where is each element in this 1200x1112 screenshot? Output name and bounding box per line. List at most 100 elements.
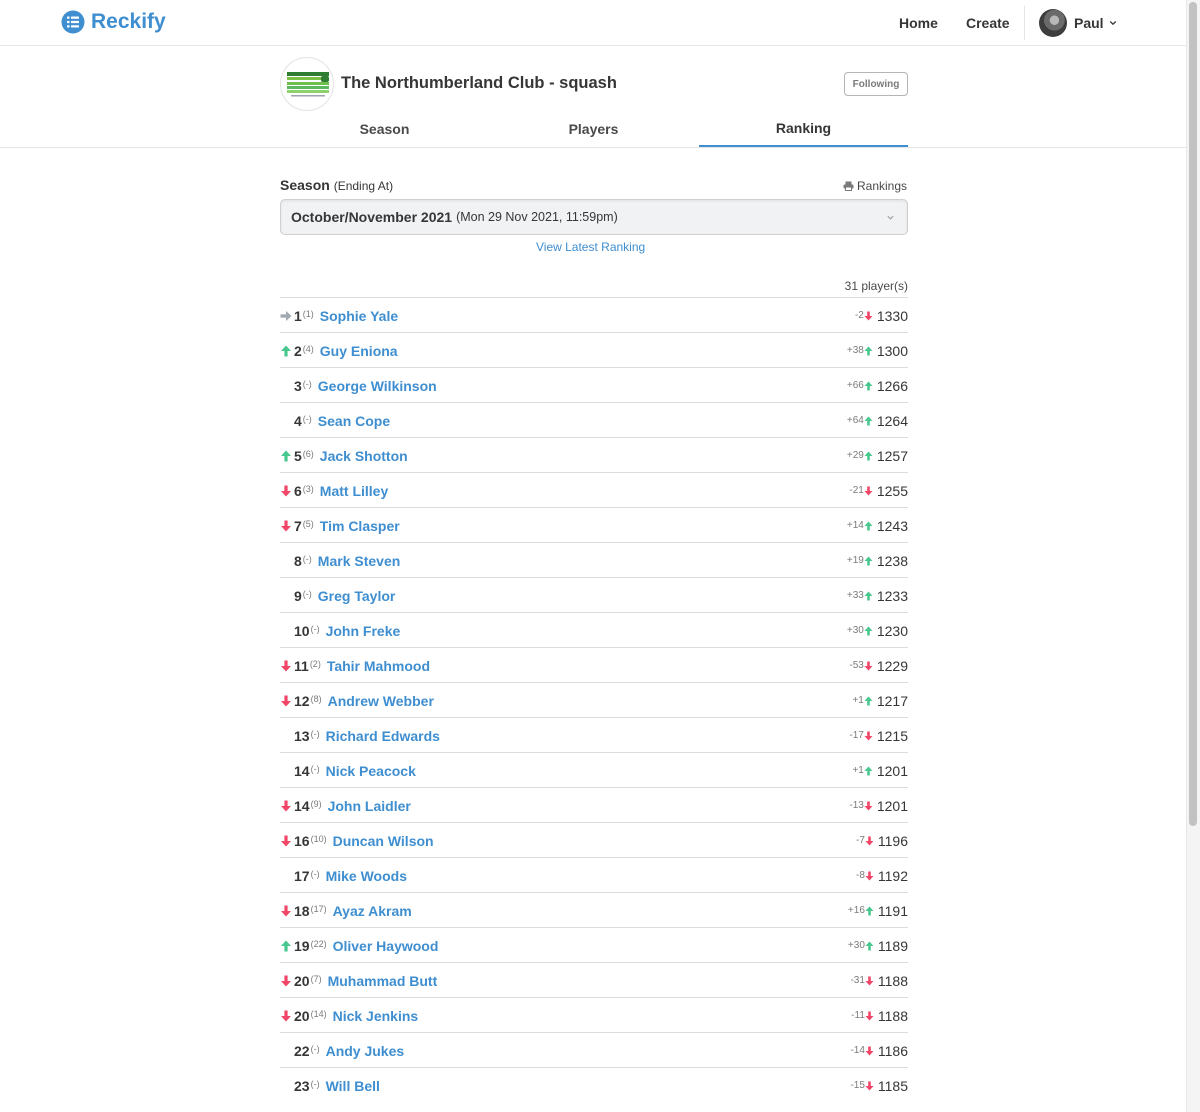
ranking-row-left: 23 (-) Will Bell [280, 1068, 380, 1103]
arrow-down-icon [864, 801, 873, 810]
rating-change: +30 [846, 625, 864, 636]
print-rankings-label: Rankings [857, 179, 908, 193]
player-name-link[interactable]: Ayaz Akram [333, 903, 412, 919]
ranking-row: 20 (7) Muhammad Butt -31 1188 [280, 962, 908, 997]
ranking-row: 4 (-) Sean Cope +64 1264 [280, 402, 908, 437]
rating-value: 1192 [877, 867, 908, 884]
ranking-row-right: +1 1201 [852, 753, 908, 788]
rating-change: -7 [855, 835, 865, 846]
player-name-link[interactable]: Andy Jukes [326, 1043, 405, 1059]
ranking-row-left: 20 (14) Nick Jenkins [280, 998, 418, 1033]
arrow-up-icon [864, 591, 873, 600]
nav-create-link[interactable]: Create [966, 15, 1010, 31]
rating-value: 1257 [876, 447, 908, 464]
previous-position: (-) [302, 413, 312, 424]
previous-position: (4) [302, 343, 314, 354]
player-name-link[interactable]: Tahir Mahmood [327, 658, 430, 674]
player-name-link[interactable]: Will Bell [326, 1078, 380, 1094]
rank-position: 9 [294, 587, 302, 604]
rank-movement [280, 1009, 294, 1023]
arrow-down-icon [864, 486, 873, 495]
player-name-link[interactable]: Jack Shotton [320, 448, 408, 464]
player-name-link[interactable]: Sean Cope [318, 413, 390, 429]
rank-movement [280, 659, 294, 673]
rank-position: 14 [294, 762, 310, 779]
previous-position: (-) [302, 378, 312, 389]
rating-change: +33 [846, 590, 864, 601]
player-name-link[interactable]: Matt Lilley [320, 483, 388, 499]
chevron-down-icon [1109, 20, 1116, 26]
player-name-link[interactable]: Oliver Haywood [333, 938, 439, 954]
chevron-down-icon [887, 215, 894, 220]
player-name-link[interactable]: George Wilkinson [318, 378, 437, 394]
ranking-row: 10 (-) John Freke +30 1230 [280, 612, 908, 647]
arrow-down-icon [281, 485, 291, 496]
player-name-link[interactable]: Richard Edwards [326, 728, 440, 744]
ranking-row: 17 (-) Mike Woods -8 1192 [280, 857, 908, 892]
rating-change: +38 [846, 345, 864, 356]
previous-position: (17) [310, 903, 327, 914]
player-name-link[interactable]: Muhammad Butt [328, 973, 438, 989]
ranking-row-left: 2 (4) Guy Eniona [280, 333, 398, 368]
ranking-row: 14 (9) John Laidler -13 1201 [280, 787, 908, 822]
rating-change: -17 [849, 730, 864, 741]
rating-value: 1266 [876, 377, 908, 394]
print-rankings-link[interactable]: Rankings [843, 179, 907, 193]
player-name-link[interactable]: Mike Woods [326, 868, 407, 884]
tab-season[interactable]: Season [280, 110, 489, 147]
scrollbar-thumb[interactable] [1189, 2, 1197, 826]
club-logo-image [287, 72, 329, 97]
rank-movement [280, 1044, 294, 1058]
nav-home-link[interactable]: Home [899, 15, 938, 31]
player-name-link[interactable]: Greg Taylor [318, 588, 396, 604]
arrow-down-icon [281, 1010, 291, 1021]
ranking-row: 22 (-) Andy Jukes -14 1186 [280, 1032, 908, 1067]
brand-link[interactable]: Reckify [61, 10, 166, 34]
season-select[interactable]: October/November 2021 (Mon 29 Nov 2021, … [280, 199, 908, 235]
arrow-right-icon [280, 310, 292, 321]
ranking-row-right: -2 1330 [855, 298, 908, 333]
rank-movement [280, 309, 294, 323]
rank-position: 7 [294, 517, 302, 534]
rating-change: -14 [850, 1045, 865, 1056]
player-name-link[interactable]: Duncan Wilson [333, 833, 434, 849]
view-latest-ranking-link[interactable]: View Latest Ranking [536, 240, 645, 254]
player-name-link[interactable]: Andrew Webber [328, 693, 434, 709]
player-name-link[interactable]: John Laidler [328, 798, 411, 814]
rating-value: 1185 [877, 1077, 908, 1094]
rating-change: -2 [854, 310, 864, 321]
ranking-row-left: 20 (7) Muhammad Butt [280, 963, 437, 998]
ranking-row: 2 (4) Guy Eniona +38 1300 [280, 332, 908, 367]
rank-movement [280, 729, 294, 743]
ranking-row-right: +1 1217 [852, 683, 908, 718]
player-name-link[interactable]: Nick Peacock [326, 763, 416, 779]
player-name-link[interactable]: Nick Jenkins [333, 1008, 419, 1024]
rating-value: 1201 [876, 762, 908, 779]
rating-value: 1188 [877, 1007, 908, 1024]
rating-value: 1201 [876, 797, 908, 814]
rating-change: +1 [852, 695, 864, 706]
ranking-row-left: 22 (-) Andy Jukes [280, 1033, 404, 1068]
tab-players[interactable]: Players [489, 110, 698, 147]
club-tabs: Season Players Ranking [280, 110, 908, 147]
player-name-link[interactable]: Guy Eniona [320, 343, 398, 359]
rank-position: 19 [294, 937, 310, 954]
player-name-link[interactable]: John Freke [326, 623, 401, 639]
user-menu[interactable]: Paul [1039, 9, 1117, 37]
ranking-row-right: +19 1238 [847, 543, 908, 578]
following-button[interactable]: Following [844, 72, 908, 96]
player-name-link[interactable]: Tim Clasper [320, 518, 400, 534]
rank-movement [280, 624, 294, 638]
arrow-down-icon [281, 695, 291, 706]
previous-position: (1) [302, 308, 314, 319]
ranking-row: 7 (5) Tim Clasper +14 1243 [280, 507, 908, 542]
player-name-link[interactable]: Sophie Yale [320, 308, 398, 324]
ranking-row-left: 6 (3) Matt Lilley [280, 473, 388, 508]
rating-value: 1229 [876, 657, 908, 674]
arrow-down-icon [281, 835, 291, 846]
tab-ranking[interactable]: Ranking [699, 110, 908, 147]
player-name-link[interactable]: Mark Steven [318, 553, 400, 569]
previous-position: (22) [310, 938, 327, 949]
arrow-down-icon [864, 311, 873, 320]
ranking-row-right: +66 1266 [847, 368, 908, 403]
